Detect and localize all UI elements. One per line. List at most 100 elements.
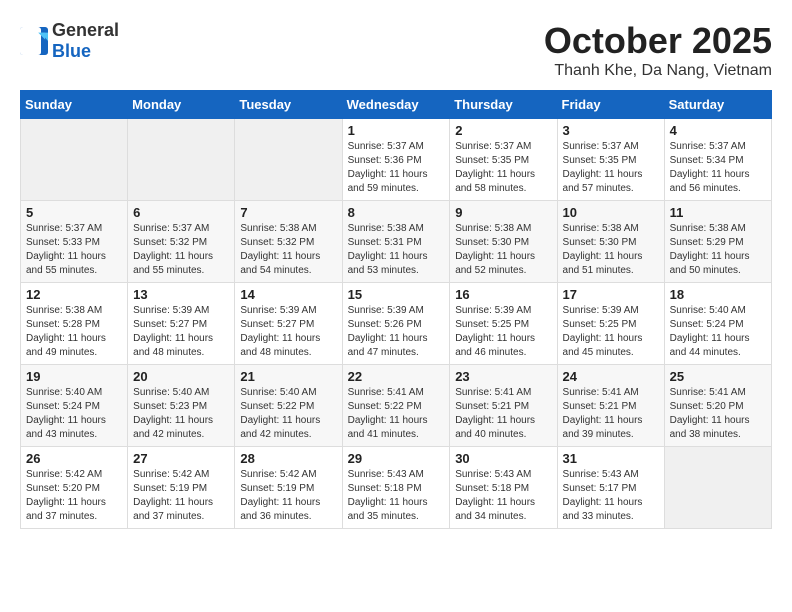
day-info: Sunrise: 5:38 AM Sunset: 5:28 PM Dayligh… — [26, 304, 122, 360]
calendar-table: SundayMondayTuesdayWednesdayThursdayFrid… — [20, 90, 772, 529]
calendar-cell — [664, 447, 771, 529]
calendar-cell: 18 Sunrise: 5:40 AM Sunset: 5:24 PM Dayli… — [664, 283, 771, 365]
day-number: 19 — [26, 369, 122, 384]
day-info: Sunrise: 5:38 AM Sunset: 5:30 PM Dayligh… — [563, 222, 659, 278]
day-info: Sunrise: 5:41 AM Sunset: 5:21 PM Dayligh… — [563, 386, 659, 442]
calendar-cell — [235, 119, 342, 201]
calendar-cell — [128, 119, 235, 201]
calendar-cell: 24 Sunrise: 5:41 AM Sunset: 5:21 PM Dayli… — [557, 365, 664, 447]
day-number: 22 — [348, 369, 445, 384]
day-info: Sunrise: 5:37 AM Sunset: 5:32 PM Dayligh… — [133, 222, 229, 278]
day-info: Sunrise: 5:38 AM Sunset: 5:29 PM Dayligh… — [670, 222, 766, 278]
day-of-week-header: Friday — [557, 91, 664, 119]
day-number: 30 — [455, 451, 551, 466]
title-block: October 2025 Thanh Khe, Da Nang, Vietnam — [544, 20, 772, 80]
day-number: 23 — [455, 369, 551, 384]
calendar-cell: 15 Sunrise: 5:39 AM Sunset: 5:26 PM Dayli… — [342, 283, 450, 365]
calendar-cell: 6Sunrise: 5:37 AM Sunset: 5:32 PM Daylig… — [128, 201, 235, 283]
calendar-cell: 26 Sunrise: 5:42 AM Sunset: 5:20 PM Dayli… — [21, 447, 128, 529]
calendar-cell: 29 Sunrise: 5:43 AM Sunset: 5:18 PM Dayli… — [342, 447, 450, 529]
calendar-cell: 11 Sunrise: 5:38 AM Sunset: 5:29 PM Dayli… — [664, 201, 771, 283]
day-info: Sunrise: 5:39 AM Sunset: 5:26 PM Dayligh… — [348, 304, 445, 360]
day-info: Sunrise: 5:37 AM Sunset: 5:36 PM Dayligh… — [348, 140, 445, 196]
day-info: Sunrise: 5:40 AM Sunset: 5:23 PM Dayligh… — [133, 386, 229, 442]
day-info: Sunrise: 5:43 AM Sunset: 5:18 PM Dayligh… — [455, 468, 551, 524]
day-of-week-header: Wednesday — [342, 91, 450, 119]
logo-general: General — [52, 20, 119, 40]
day-info: Sunrise: 5:39 AM Sunset: 5:27 PM Dayligh… — [240, 304, 336, 360]
day-number: 11 — [670, 205, 766, 220]
logo-icon — [20, 27, 48, 55]
calendar-cell: 25 Sunrise: 5:41 AM Sunset: 5:20 PM Dayli… — [664, 365, 771, 447]
logo-text: General Blue — [52, 20, 119, 62]
day-number: 10 — [563, 205, 659, 220]
day-of-week-header: Saturday — [664, 91, 771, 119]
calendar-cell: 28Sunrise: 5:42 AM Sunset: 5:19 PM Dayli… — [235, 447, 342, 529]
logo-blue: Blue — [52, 41, 91, 61]
day-of-week-header: Sunday — [21, 91, 128, 119]
calendar-cell: 22 Sunrise: 5:41 AM Sunset: 5:22 PM Dayli… — [342, 365, 450, 447]
day-number: 5 — [26, 205, 122, 220]
day-info: Sunrise: 5:42 AM Sunset: 5:19 PM Dayligh… — [240, 468, 336, 524]
day-info: Sunrise: 5:38 AM Sunset: 5:32 PM Dayligh… — [240, 222, 336, 278]
day-number: 9 — [455, 205, 551, 220]
day-number: 14 — [240, 287, 336, 302]
day-of-week-header: Thursday — [450, 91, 557, 119]
calendar-week-row: 26 Sunrise: 5:42 AM Sunset: 5:20 PM Dayli… — [21, 447, 772, 529]
day-info: Sunrise: 5:37 AM Sunset: 5:35 PM Dayligh… — [563, 140, 659, 196]
day-info: Sunrise: 5:43 AM Sunset: 5:18 PM Dayligh… — [348, 468, 445, 524]
day-number: 13 — [133, 287, 229, 302]
day-number: 25 — [670, 369, 766, 384]
calendar-week-row: 1Sunrise: 5:37 AM Sunset: 5:36 PM Daylig… — [21, 119, 772, 201]
calendar-cell: 5 Sunrise: 5:37 AM Sunset: 5:33 PM Daylig… — [21, 201, 128, 283]
day-info: Sunrise: 5:37 AM Sunset: 5:33 PM Dayligh… — [26, 222, 122, 278]
day-of-week-header: Monday — [128, 91, 235, 119]
day-number: 26 — [26, 451, 122, 466]
calendar-cell: 8Sunrise: 5:38 AM Sunset: 5:31 PM Daylig… — [342, 201, 450, 283]
calendar-cell: 3 Sunrise: 5:37 AM Sunset: 5:35 PM Daylig… — [557, 119, 664, 201]
calendar-cell: 4Sunrise: 5:37 AM Sunset: 5:34 PM Daylig… — [664, 119, 771, 201]
day-number: 29 — [348, 451, 445, 466]
day-info: Sunrise: 5:41 AM Sunset: 5:22 PM Dayligh… — [348, 386, 445, 442]
day-number: 16 — [455, 287, 551, 302]
calendar-cell: 16 Sunrise: 5:39 AM Sunset: 5:25 PM Dayli… — [450, 283, 557, 365]
day-number: 21 — [240, 369, 336, 384]
calendar-cell — [21, 119, 128, 201]
day-number: 15 — [348, 287, 445, 302]
day-number: 27 — [133, 451, 229, 466]
day-info: Sunrise: 5:39 AM Sunset: 5:25 PM Dayligh… — [455, 304, 551, 360]
day-of-week-header: Tuesday — [235, 91, 342, 119]
day-info: Sunrise: 5:41 AM Sunset: 5:20 PM Dayligh… — [670, 386, 766, 442]
day-number: 3 — [563, 123, 659, 138]
logo: General Blue — [20, 20, 119, 62]
location-title: Thanh Khe, Da Nang, Vietnam — [544, 62, 772, 80]
day-number: 2 — [455, 123, 551, 138]
calendar-cell: 27Sunrise: 5:42 AM Sunset: 5:19 PM Dayli… — [128, 447, 235, 529]
calendar-cell: 2 Sunrise: 5:37 AM Sunset: 5:35 PM Daylig… — [450, 119, 557, 201]
day-info: Sunrise: 5:42 AM Sunset: 5:20 PM Dayligh… — [26, 468, 122, 524]
day-number: 18 — [670, 287, 766, 302]
calendar-cell: 20 Sunrise: 5:40 AM Sunset: 5:23 PM Dayli… — [128, 365, 235, 447]
day-number: 24 — [563, 369, 659, 384]
day-info: Sunrise: 5:38 AM Sunset: 5:30 PM Dayligh… — [455, 222, 551, 278]
calendar-cell: 21 Sunrise: 5:40 AM Sunset: 5:22 PM Dayli… — [235, 365, 342, 447]
day-number: 17 — [563, 287, 659, 302]
calendar-week-row: 12 Sunrise: 5:38 AM Sunset: 5:28 PM Dayli… — [21, 283, 772, 365]
day-number: 12 — [26, 287, 122, 302]
calendar-cell: 12 Sunrise: 5:38 AM Sunset: 5:28 PM Dayli… — [21, 283, 128, 365]
day-info: Sunrise: 5:39 AM Sunset: 5:25 PM Dayligh… — [563, 304, 659, 360]
calendar-cell: 9 Sunrise: 5:38 AM Sunset: 5:30 PM Daylig… — [450, 201, 557, 283]
day-info: Sunrise: 5:39 AM Sunset: 5:27 PM Dayligh… — [133, 304, 229, 360]
day-info: Sunrise: 5:41 AM Sunset: 5:21 PM Dayligh… — [455, 386, 551, 442]
day-info: Sunrise: 5:40 AM Sunset: 5:22 PM Dayligh… — [240, 386, 336, 442]
calendar-cell: 23 Sunrise: 5:41 AM Sunset: 5:21 PM Dayli… — [450, 365, 557, 447]
calendar-cell: 19Sunrise: 5:40 AM Sunset: 5:24 PM Dayli… — [21, 365, 128, 447]
day-number: 20 — [133, 369, 229, 384]
day-number: 8 — [348, 205, 445, 220]
day-info: Sunrise: 5:40 AM Sunset: 5:24 PM Dayligh… — [670, 304, 766, 360]
calendar-cell: 14 Sunrise: 5:39 AM Sunset: 5:27 PM Dayli… — [235, 283, 342, 365]
day-info: Sunrise: 5:37 AM Sunset: 5:35 PM Dayligh… — [455, 140, 551, 196]
calendar-header-row: SundayMondayTuesdayWednesdayThursdayFrid… — [21, 91, 772, 119]
day-info: Sunrise: 5:37 AM Sunset: 5:34 PM Dayligh… — [670, 140, 766, 196]
calendar-week-row: 5 Sunrise: 5:37 AM Sunset: 5:33 PM Daylig… — [21, 201, 772, 283]
